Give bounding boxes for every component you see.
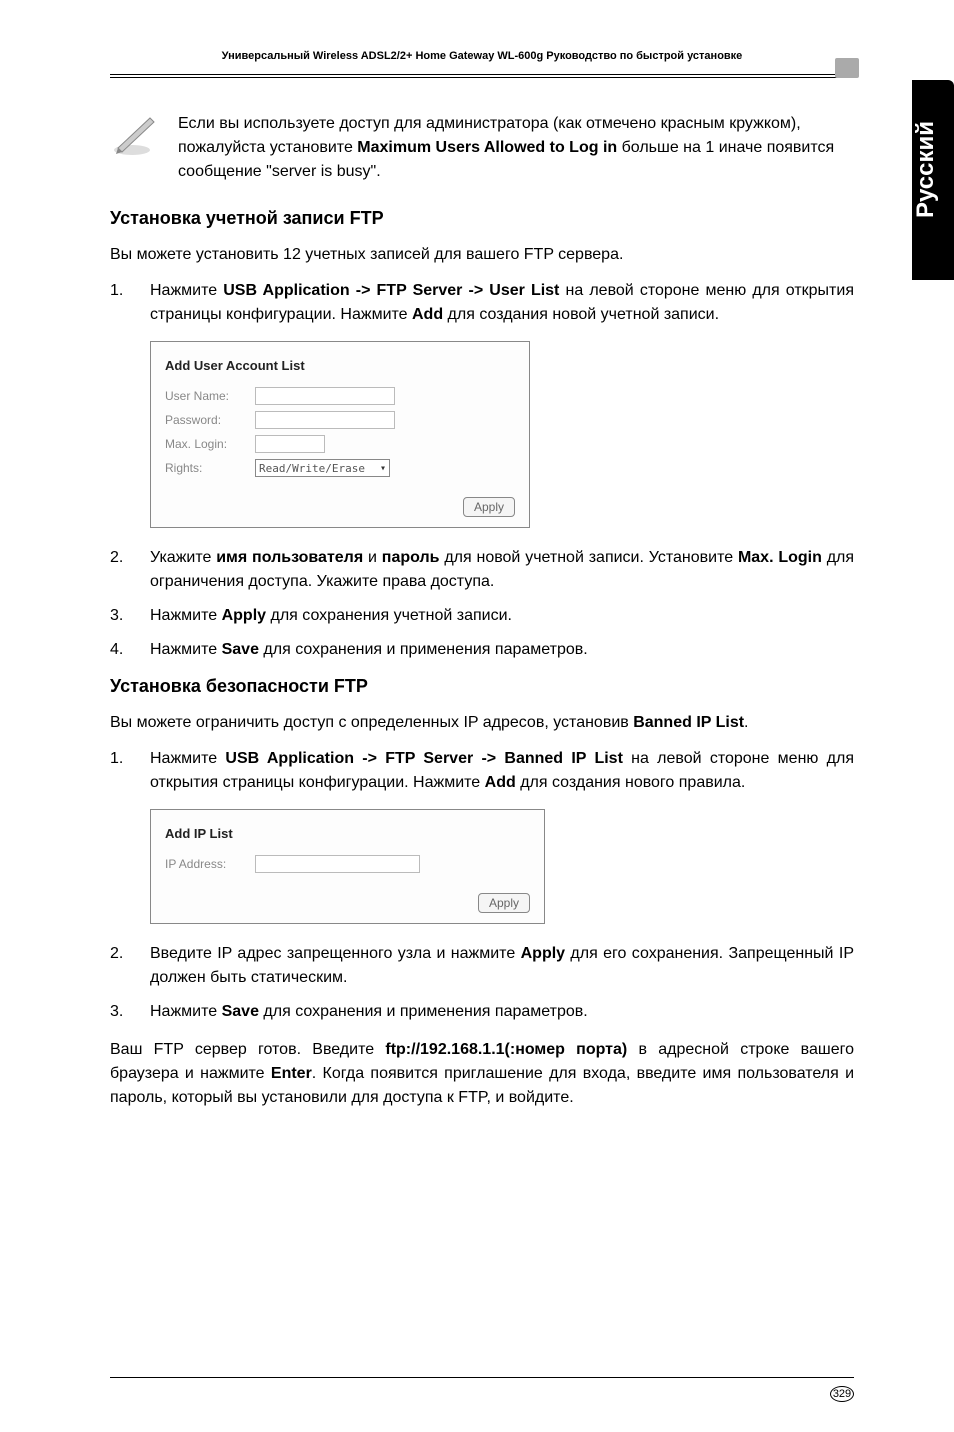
rights-select[interactable]: Read/Write/Erase — [255, 459, 390, 477]
list-item: 3. Нажмите Save для сохранения и примене… — [110, 1000, 854, 1024]
screenshot-title: Add IP List — [165, 826, 530, 841]
password-input[interactable] — [255, 411, 395, 429]
pencil-icon — [110, 110, 160, 160]
header-divider — [110, 74, 854, 80]
list-item: 1. Нажмите USB Application -> FTP Server… — [110, 747, 854, 795]
password-label: Password: — [165, 413, 255, 427]
section1-list: 1. Нажмите USB Application -> FTP Server… — [110, 279, 854, 327]
screenshot-add-user: Add User Account List User Name: Passwor… — [150, 341, 530, 528]
maxlogin-label: Max. Login: — [165, 437, 255, 451]
section1-list-cont: 2. Укажите имя пользователя и пароль для… — [110, 546, 854, 662]
closing-paragraph: Ваш FTP сервер готов. Введите ftp://192.… — [110, 1038, 854, 1110]
list-item: 1. Нажмите USB Application -> FTP Server… — [110, 279, 854, 327]
page-number: 329 — [830, 1386, 854, 1402]
list-item: 2. Укажите имя пользователя и пароль для… — [110, 546, 854, 594]
footer-divider — [110, 1377, 854, 1378]
section1-intro: Вы можете установить 12 учетных записей … — [110, 243, 854, 267]
username-input[interactable] — [255, 387, 395, 405]
section2-intro: Вы можете ограничить доступ с определенн… — [110, 711, 854, 735]
rights-label: Rights: — [165, 461, 255, 475]
language-tab: Русский — [912, 80, 954, 280]
list-item: 3. Нажмите Apply для сохранения учетной … — [110, 604, 854, 628]
section-heading-ftp-security: Установка безопасности FTP — [110, 676, 854, 697]
apply-button[interactable]: Apply — [478, 893, 530, 913]
note-text: Если вы используете доступ для администр… — [178, 110, 854, 184]
username-label: User Name: — [165, 389, 255, 403]
router-icon — [835, 58, 859, 78]
section-heading-ftp-account: Установка учетной записи FTP — [110, 208, 854, 229]
page-header: Универсальный Wireless ADSL2/2+ Home Gat… — [110, 50, 854, 66]
list-item: 2. Введите IP адрес запрещенного узла и … — [110, 942, 854, 990]
screenshot-title: Add User Account List — [165, 358, 515, 373]
apply-button[interactable]: Apply — [463, 497, 515, 517]
section2-list: 1. Нажмите USB Application -> FTP Server… — [110, 747, 854, 795]
note-block: Если вы используете доступ для администр… — [110, 110, 854, 184]
ip-input[interactable] — [255, 855, 420, 873]
section2-list-cont: 2. Введите IP адрес запрещенного узла и … — [110, 942, 854, 1024]
list-item: 4. Нажмите Save для сохранения и примене… — [110, 638, 854, 662]
screenshot-add-ip: Add IP List IP Address: Apply — [150, 809, 545, 924]
ip-label: IP Address: — [165, 857, 255, 871]
maxlogin-input[interactable] — [255, 435, 325, 453]
